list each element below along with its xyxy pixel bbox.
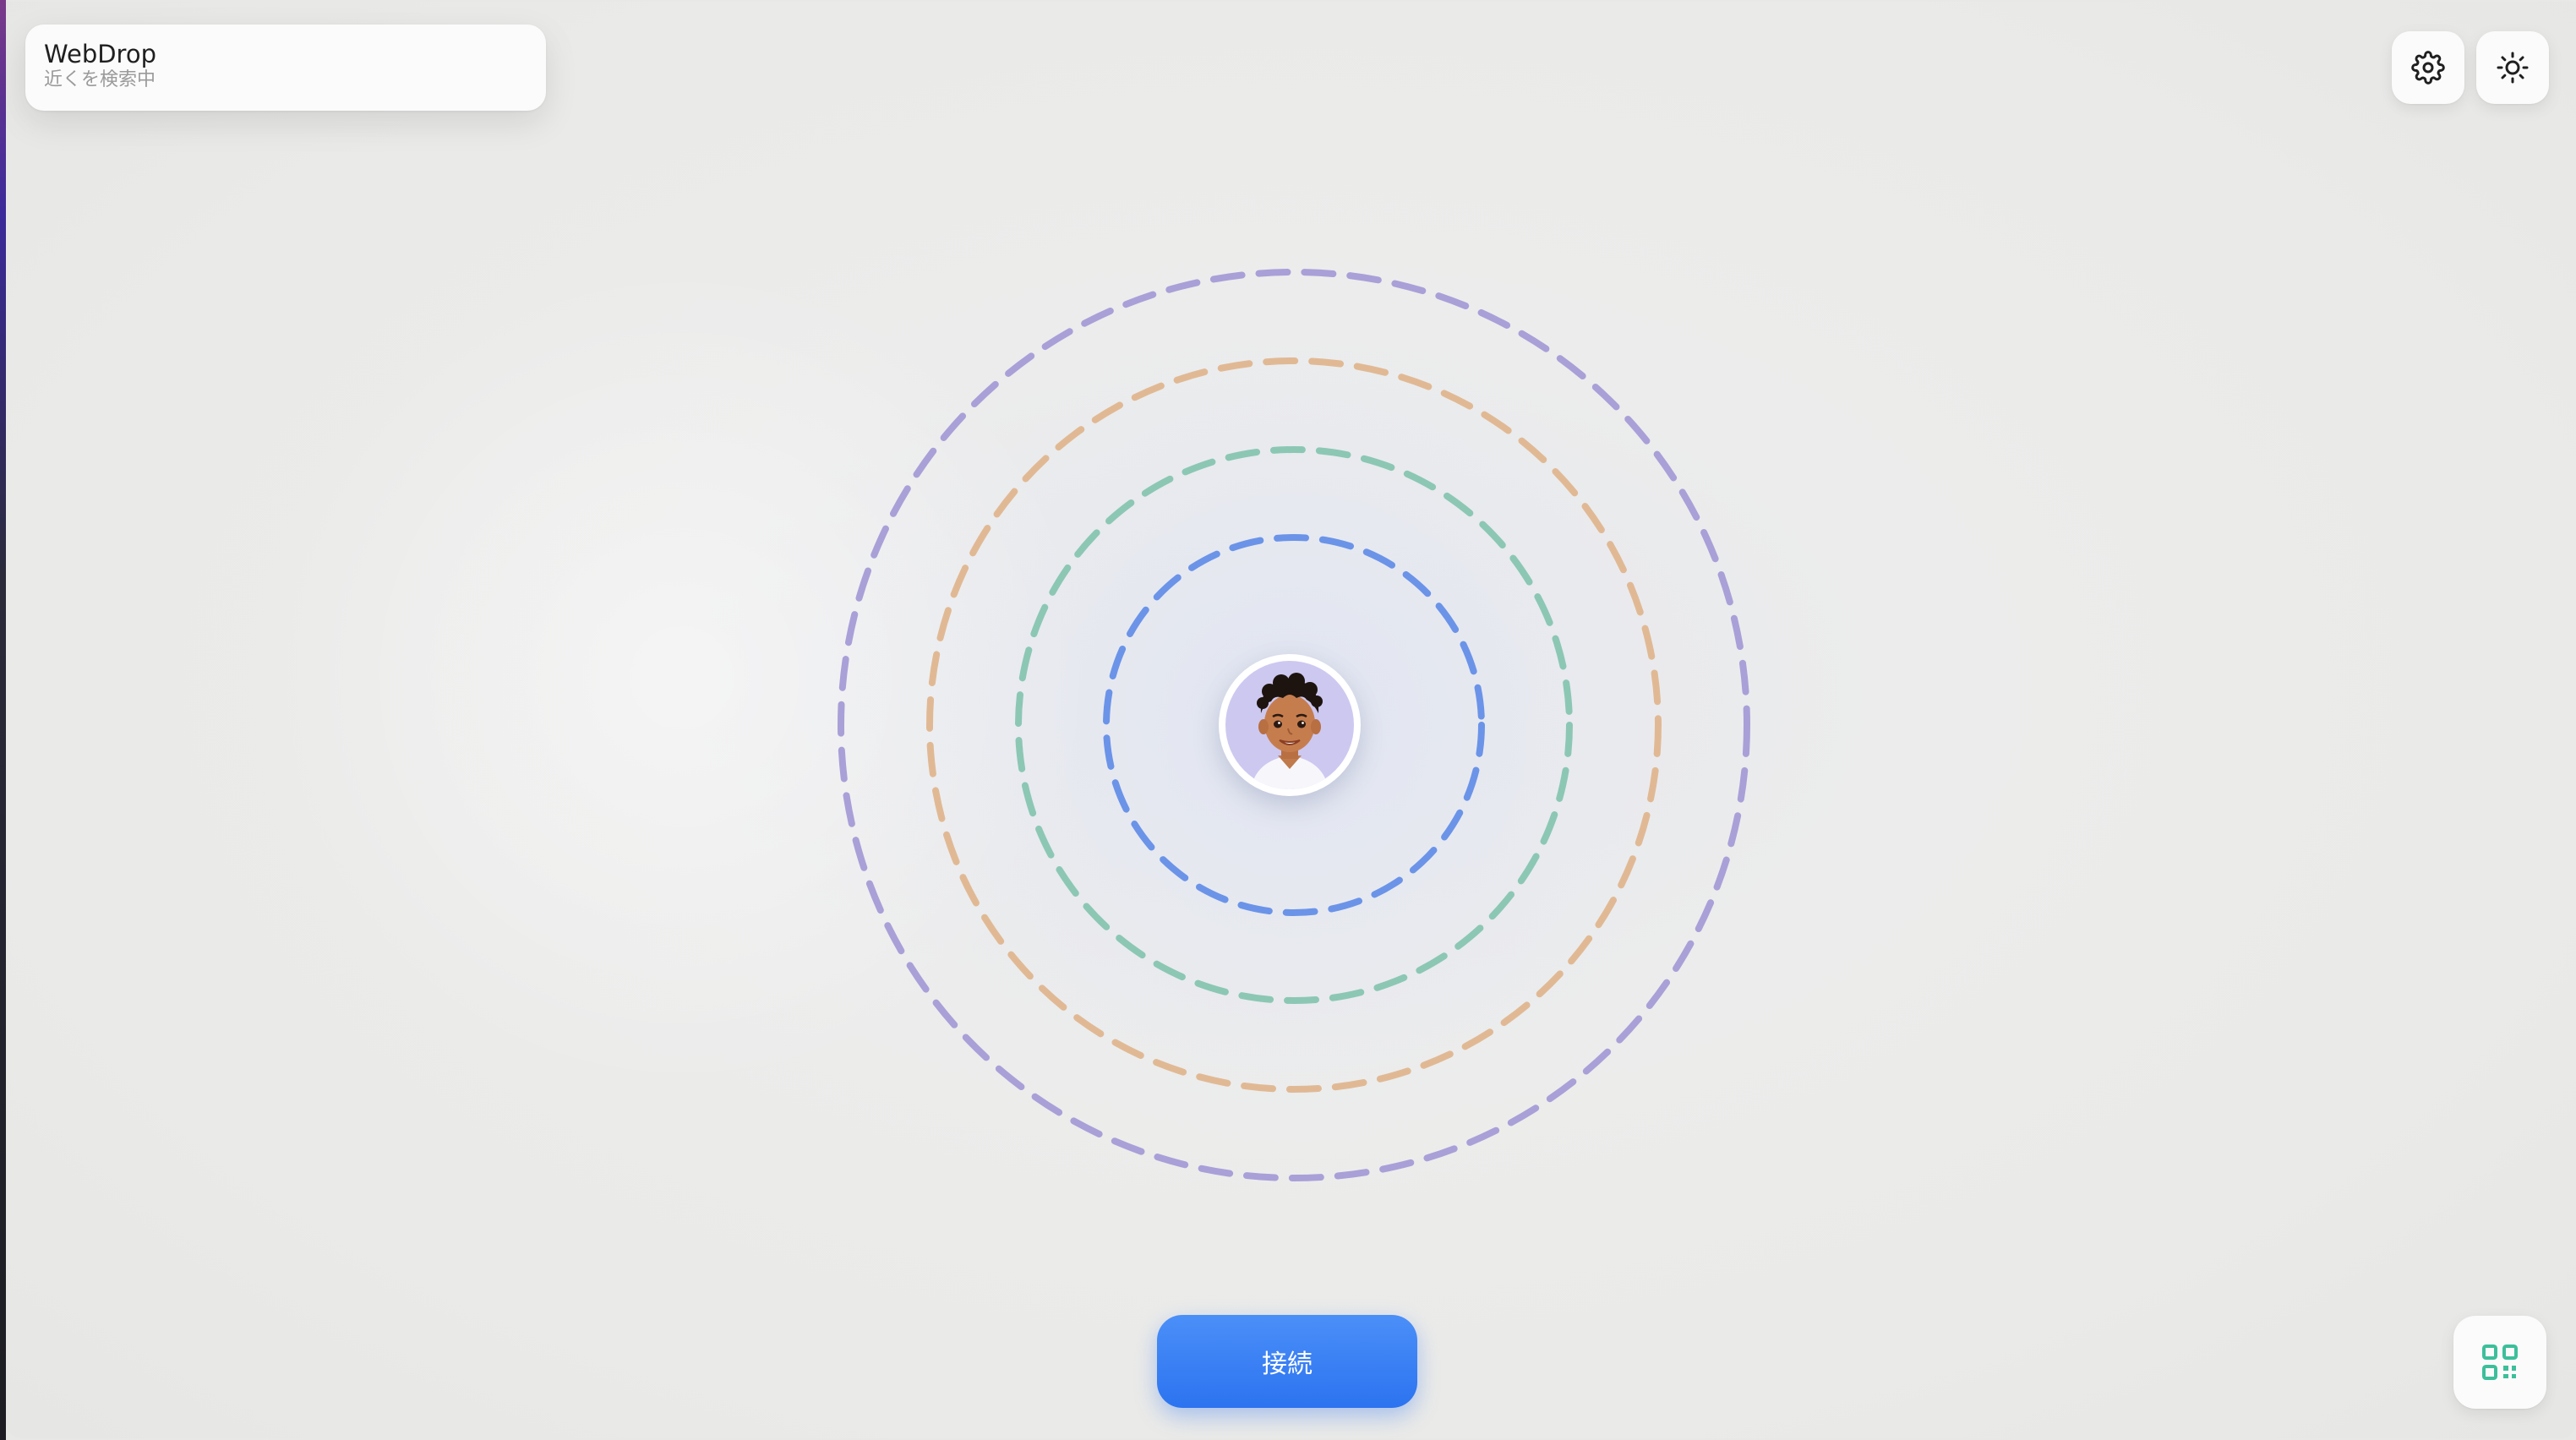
title-card: WebDrop 近くを検索中 <box>25 25 546 111</box>
qr-code-button[interactable] <box>2453 1316 2546 1409</box>
qr-code-icon <box>2482 1345 2518 1380</box>
window-edge <box>0 0 6 1440</box>
sun-icon <box>2497 52 2529 84</box>
theme-toggle-button[interactable] <box>2476 31 2549 104</box>
connect-button[interactable]: 接続 <box>1157 1315 1417 1408</box>
settings-button[interactable] <box>2392 31 2464 104</box>
search-status: 近くを検索中 <box>44 69 156 90</box>
avatar[interactable] <box>1219 654 1361 796</box>
gear-icon <box>2411 51 2445 85</box>
user-avatar <box>1225 661 1354 789</box>
app-title: WebDrop <box>44 40 156 68</box>
